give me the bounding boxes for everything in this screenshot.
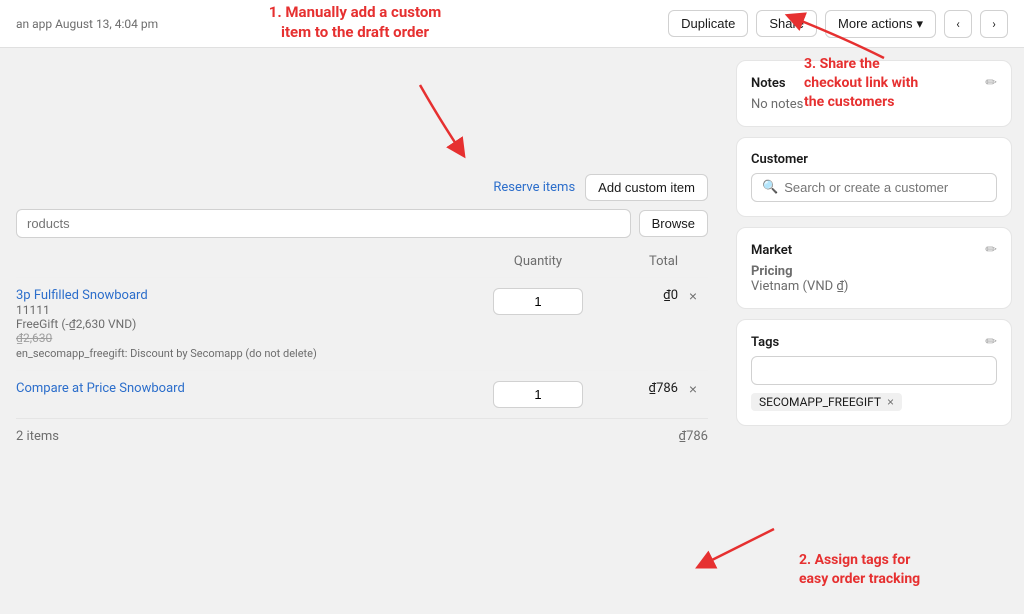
- notes-edit-icon[interactable]: ✏: [985, 75, 997, 91]
- customer-search-input[interactable]: [784, 180, 986, 195]
- qty-input-1[interactable]: [493, 288, 583, 315]
- remove-item-1-button[interactable]: ×: [685, 288, 701, 304]
- share-button[interactable]: Share: [756, 10, 817, 37]
- nav-prev-button[interactable]: ‹: [944, 10, 972, 38]
- more-actions-button[interactable]: More actions ▾: [825, 10, 936, 38]
- market-card: Market ✏ Pricing Vietnam (VND ₫): [736, 227, 1012, 309]
- tags-list: SECOMAPP_FREEGIFT ×: [751, 393, 997, 411]
- tag-label: SECOMAPP_FREEGIFT: [759, 395, 881, 409]
- chevron-down-icon: ▾: [916, 16, 923, 32]
- customer-card: Customer 🔍: [736, 137, 1012, 217]
- notes-title: Notes: [751, 76, 786, 91]
- tags-edit-icon[interactable]: ✏: [985, 334, 997, 350]
- market-header: Market ✏: [751, 242, 997, 258]
- product-info-1: 3p Fulfilled Snowboard 11111 FreeGift (-…: [16, 288, 478, 360]
- table-row: Compare at Price Snowboard ₫786 ×: [16, 370, 708, 418]
- tag-badge: SECOMAPP_FREEGIFT ×: [751, 393, 902, 411]
- duplicate-button[interactable]: Duplicate: [668, 10, 748, 37]
- top-actions-row: Reserve items Add custom item: [16, 174, 708, 201]
- notes-value: No notes: [751, 97, 997, 112]
- tags-card: Tags ✏ SECOMAPP_FREEGIFT ×: [736, 319, 1012, 426]
- customer-title: Customer: [751, 152, 808, 167]
- product-name-2[interactable]: Compare at Price Snowboard: [16, 381, 478, 396]
- notes-header: Notes ✏: [751, 75, 997, 91]
- app-info: an app August 13, 4:04 pm: [16, 17, 158, 31]
- nav-next-button[interactable]: ›: [980, 10, 1008, 38]
- total-header: Total: [598, 254, 678, 269]
- main-content: 1. Manually add a customitem to the draf…: [0, 48, 1024, 614]
- tag-remove-button[interactable]: ×: [887, 395, 894, 409]
- tags-header: Tags ✏: [751, 334, 997, 350]
- product-compare-1: ₫2,630: [16, 331, 478, 345]
- annotation-2: 2. Assign tags foreasy order tracking: [799, 551, 1024, 589]
- browse-button[interactable]: Browse: [639, 210, 708, 237]
- remove-item-2-button[interactable]: ×: [685, 381, 701, 397]
- product-search-row: Browse: [16, 209, 708, 238]
- pricing-value: Vietnam (VND ₫): [751, 279, 997, 294]
- table-header: Quantity Total: [16, 250, 708, 277]
- right-panel: Notes ✏ No notes 3. Share thecheckout li…: [724, 48, 1024, 614]
- pricing-row: Pricing Vietnam (VND ₫): [751, 264, 997, 294]
- notes-card: Notes ✏ No notes: [736, 60, 1012, 127]
- price-2: ₫786: [598, 381, 678, 396]
- product-name-1[interactable]: 3p Fulfilled Snowboard: [16, 288, 478, 303]
- left-panel: 1. Manually add a customitem to the draf…: [0, 48, 724, 614]
- market-edit-icon[interactable]: ✏: [985, 242, 997, 258]
- tags-input[interactable]: [751, 356, 997, 385]
- items-count: 2 items: [16, 429, 59, 444]
- tags-title: Tags: [751, 335, 779, 350]
- table-row: 3p Fulfilled Snowboard 11111 FreeGift (-…: [16, 277, 708, 370]
- order-total: ₫786: [679, 429, 708, 444]
- product-search-input[interactable]: [16, 209, 631, 238]
- reserve-items-link[interactable]: Reserve items: [493, 180, 575, 195]
- price-1: ₫0: [598, 288, 678, 303]
- qty-header: Quantity: [478, 254, 598, 269]
- customer-header: Customer: [751, 152, 997, 167]
- annotation-arrow-1: [340, 80, 500, 160]
- market-title: Market: [751, 243, 792, 258]
- pricing-label: Pricing: [751, 264, 793, 279]
- top-bar-actions: Duplicate Share More actions ▾ ‹ ›: [668, 10, 1008, 38]
- top-bar: an app August 13, 4:04 pm Duplicate Shar…: [0, 0, 1024, 48]
- order-footer: 2 items ₫786: [16, 418, 708, 444]
- product-sku-1: 11111: [16, 303, 478, 317]
- search-icon: 🔍: [762, 180, 778, 195]
- customer-search-wrap: 🔍: [751, 173, 997, 202]
- add-custom-item-button[interactable]: Add custom item: [585, 174, 708, 201]
- product-discount-1: FreeGift (-₫2,630 VND): [16, 317, 478, 331]
- product-discount-note-1: en_secomapp_freegift: Discount by Secoma…: [16, 347, 478, 360]
- product-info-2: Compare at Price Snowboard: [16, 381, 478, 396]
- qty-input-2[interactable]: [493, 381, 583, 408]
